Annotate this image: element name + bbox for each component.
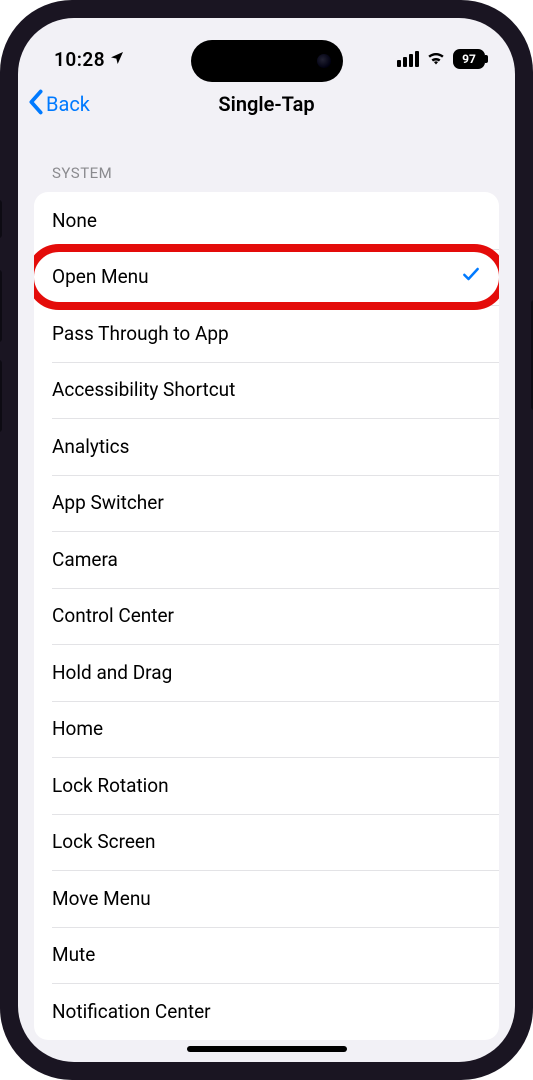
battery-icon: 97: [453, 49, 485, 69]
list-item-label: None: [52, 209, 97, 232]
list-item-label: Camera: [52, 548, 118, 571]
list-item-label: Hold and Drag: [52, 661, 172, 684]
cellular-signal-icon: [397, 51, 419, 67]
list-item[interactable]: Analytics: [34, 418, 499, 475]
status-bar: 10:28 97: [18, 18, 515, 78]
list-item-label: Move Menu: [52, 887, 151, 910]
list-item-label: Open Menu: [52, 265, 149, 288]
list-item[interactable]: None: [34, 192, 499, 249]
phone-frame: 10:28 97: [0, 0, 533, 1080]
list-item-label: App Switcher: [52, 491, 164, 514]
chevron-left-icon: [26, 88, 46, 121]
nav-header: Back Single-Tap: [18, 78, 515, 130]
status-left: 10:28: [54, 48, 125, 71]
page-title: Single-Tap: [218, 92, 314, 116]
list-item[interactable]: App Switcher: [34, 475, 499, 532]
list-item[interactable]: Home: [34, 701, 499, 758]
location-arrow-icon: [109, 48, 125, 71]
list-item-label: Accessibility Shortcut: [52, 378, 235, 401]
back-button[interactable]: Back: [26, 78, 90, 130]
status-time: 10:28: [54, 48, 105, 71]
list-item[interactable]: Accessibility Shortcut: [34, 362, 499, 419]
list-item-label: Lock Rotation: [52, 774, 169, 797]
list-item[interactable]: Lock Rotation: [34, 757, 499, 814]
screen: 10:28 97: [18, 18, 515, 1062]
section-header-system: SYSTEM: [34, 130, 499, 192]
back-label: Back: [46, 92, 90, 116]
side-button-silent: [0, 200, 2, 238]
side-button-volume-up: [0, 270, 2, 342]
list-item-label: Lock Screen: [52, 830, 156, 853]
list-item[interactable]: Control Center: [34, 588, 499, 645]
list-item-label: Pass Through to App: [52, 322, 229, 345]
wifi-icon: [426, 49, 446, 69]
list-item-label: Control Center: [52, 604, 174, 627]
list-item-label: Mute: [52, 943, 95, 966]
content-area: SYSTEM None Open Menu Pass Through to App A…: [18, 130, 515, 1062]
list-item[interactable]: Camera: [34, 531, 499, 588]
list-item[interactable]: Open Menu: [34, 249, 499, 306]
list-item[interactable]: Hold and Drag: [34, 644, 499, 701]
home-indicator[interactable]: [187, 1046, 347, 1052]
list-item[interactable]: Pass Through to App: [34, 305, 499, 362]
list-item[interactable]: Move Menu: [34, 870, 499, 927]
list-item-label: Analytics: [52, 435, 129, 458]
list-item[interactable]: Notification Center: [34, 983, 499, 1040]
option-list: None Open Menu Pass Through to App Accessib…: [34, 192, 499, 1040]
status-right: 97: [397, 49, 485, 69]
list-item-label: Notification Center: [52, 1000, 211, 1023]
side-button-volume-down: [0, 360, 2, 432]
battery-level: 97: [462, 52, 476, 66]
list-item-label: Home: [52, 717, 103, 740]
list-item[interactable]: Lock Screen: [34, 814, 499, 871]
list-item[interactable]: Mute: [34, 927, 499, 984]
checkmark-icon: [461, 264, 481, 289]
